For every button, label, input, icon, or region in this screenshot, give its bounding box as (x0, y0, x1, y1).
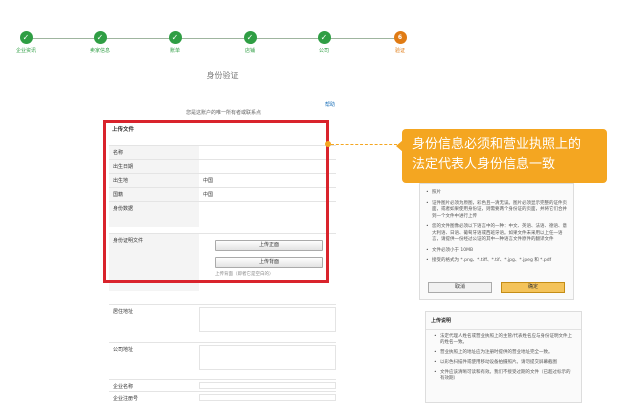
step-4: ✓ 店铺 (230, 31, 270, 54)
confirm-button[interactable]: 确定 (501, 282, 565, 293)
field-label: 居住地址 (113, 309, 134, 315)
step-6: 6 验证 (380, 31, 420, 54)
check-icon: ✓ (93, 31, 107, 44)
step-number: 6 (393, 31, 407, 44)
check-icon: ✓ (168, 31, 182, 44)
step-label: 卖家信息 (89, 48, 110, 54)
step-label: 店铺 (244, 48, 255, 54)
step-1: ✓ 企业资讯 (6, 31, 46, 54)
owner-notice: 您是这账户的唯一所有者或联系点 (186, 110, 262, 116)
company-name-input[interactable] (199, 382, 336, 389)
field-company-reg: 企业注册号 (109, 391, 336, 403)
requirement-item: 接受的格式为 *.png、*.tiff、*.tif、*.jpg、*.jpeg 和… (426, 258, 567, 265)
requirement-item: 文件必须小于 10MB (426, 248, 567, 255)
step-label: 企业资讯 (15, 48, 36, 54)
page-title: 身份验证 (206, 71, 239, 80)
help-link[interactable]: 帮助 (325, 101, 335, 108)
residence-address-input[interactable] (199, 307, 336, 332)
field-company-name: 企业名称 (109, 379, 336, 391)
step-5: ✓ 公司 (304, 31, 344, 54)
check-icon: ✓ (19, 31, 33, 44)
requirement-item: 证件图片必须为原图，彩色且一清无误。图片必须显示完整的证件页面，或者如果使用身份… (426, 201, 567, 221)
instruction-item: 以彩色扫描件或使用移动设备拍摄照片。请勿提交屏幕截图 (434, 360, 573, 366)
upload-instructions: 上传说明 法定代理人姓名或营业执照上的主管/代表姓名应与身份证明文件上的姓名一致… (425, 311, 582, 403)
field-label: 公司地址 (113, 347, 134, 353)
instruction-item: 营业执照上的地址应为注册时提供的营业地址完全一致。 (434, 350, 573, 356)
requirement-item: 照片 (426, 190, 567, 197)
upload-instructions-title: 上传说明 (426, 312, 581, 330)
step-label: 账单 (169, 48, 180, 54)
annotation-callout: 身份信息必须和营业执照上的 法定代表人身份信息一致 (402, 129, 607, 183)
callout-connector (331, 144, 397, 145)
callout-line: 身份信息必须和营业执照上的 (412, 137, 582, 152)
company-address-input[interactable] (199, 345, 336, 370)
field-company-address: 公司地址 (109, 342, 336, 372)
check-icon: ✓ (317, 31, 331, 44)
field-label: 企业名称 (113, 384, 134, 390)
callout-line: 法定代表人身份信息一致 (412, 157, 556, 172)
step-2: ✓ 卖家信息 (80, 31, 120, 54)
step-label: 公司 (318, 48, 329, 54)
requirement-item: 您的文件图像必须以下语言中的一种：中文、英语、法语、德语、意大利语、日语、葡萄牙… (426, 224, 567, 244)
step-label: 验证 (394, 48, 405, 54)
field-residence-address: 居住地址 (109, 304, 336, 334)
requirements-dialog: 照片 证件图片必须为原图，彩色且一清无误。图片必须显示完整的证件页面，或者如果使… (419, 183, 574, 300)
highlight-box (103, 120, 329, 283)
field-label: 企业注册号 (113, 396, 139, 402)
instruction-item: 法定代理人姓名或营业执照上的主管/代表姓名应与身份证明文件上的姓名一致。 (434, 334, 573, 346)
progress-stepper: ✓ 企业资讯 ✓ 卖家信息 ✓ 账单 ✓ 店铺 ✓ 公司 6 验证 (0, 28, 618, 54)
check-icon: ✓ (243, 31, 257, 44)
cancel-button[interactable]: 取消 (428, 282, 492, 293)
instruction-item: 文件应该清晰可读和有效。我们不接受过期的文件（已超过标示的有效期） (434, 370, 573, 382)
step-3: ✓ 账单 (155, 31, 195, 54)
